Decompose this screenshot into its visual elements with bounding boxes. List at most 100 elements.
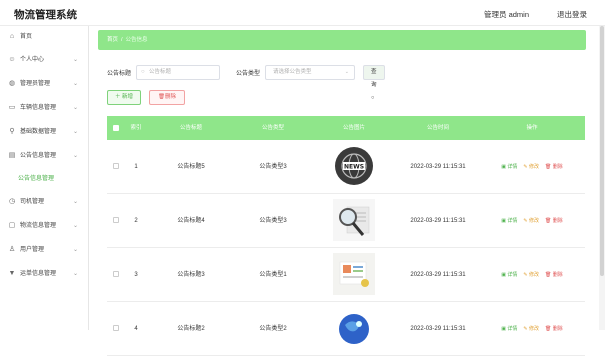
detail-button[interactable]: ▣ 详情 — [501, 272, 517, 278]
row-checkbox[interactable] — [107, 302, 125, 356]
select-all-checkbox[interactable] — [107, 116, 125, 140]
sidebar-item-4[interactable]: ⚲ 基础数据管理 ⌄ — [0, 120, 88, 144]
earth-image — [333, 307, 375, 349]
breadcrumb-separator: / — [121, 37, 123, 43]
table-header: 索引 公告标题 公告类型 公告图片 公告时间 操作 — [107, 116, 585, 140]
sidebar-item-9[interactable]: ♙ 用户管理 ⌄ — [0, 238, 88, 262]
app-title: 物流管理系统 — [14, 9, 77, 21]
title-search-placeholder: 公告标题 — [149, 69, 172, 75]
row-index: 3 — [134, 272, 138, 278]
chevron-down-icon: ⌄ — [72, 153, 78, 159]
row-time: 2022-03-29 11:15:31 — [410, 326, 466, 332]
top-bar: 物流管理系统 管理员 admin 退出登录 — [0, 0, 605, 26]
chevron-down-icon: ⌄ — [72, 223, 78, 229]
title-search-input[interactable]: ○ 公告标题 — [136, 65, 220, 80]
header-actions: 操作 — [526, 125, 538, 131]
row-time: 2022-03-29 11:15:31 — [410, 164, 466, 170]
table-row: 2 公告标题4 公告类型3 2022-03-29 11:15:31 ▣ 详情 ✎ 修改 🗑 … — [107, 194, 585, 248]
header-title: 公告标题 — [179, 125, 202, 131]
trash-icon: 🗑 — [158, 94, 165, 100]
remove-button[interactable]: 🗑 删除 — [545, 218, 563, 224]
user-icon: ☺ — [8, 56, 16, 63]
notice-table: 索引 公告标题 公告类型 公告图片 公告时间 操作 1 公告标题5 公告类型3 NEW… — [107, 116, 585, 356]
add-button[interactable]: ＋ 新增 — [107, 90, 141, 105]
sidebar-item-0[interactable]: ⌂ 首页 — [0, 26, 88, 48]
search-icon: ○ — [371, 95, 375, 101]
sidebar-item-10[interactable]: ▼ 运单信息管理 ⌄ — [0, 262, 88, 286]
detail-button[interactable]: ▣ 详情 — [501, 326, 517, 332]
row-index: 2 — [134, 218, 138, 224]
header-type: 公告类型 — [261, 125, 284, 131]
modify-button[interactable]: ✎ 修改 — [523, 326, 539, 332]
row-title: 公告标题4 — [177, 218, 205, 224]
search-icon: ○ — [141, 69, 145, 75]
location-icon: ⚲ — [9, 128, 15, 135]
row-checkbox[interactable] — [107, 194, 125, 248]
row-title: 公告标题5 — [177, 164, 205, 170]
logout-link[interactable]: 退出登录 — [557, 9, 587, 20]
chevron-down-icon: ⌄ — [72, 81, 78, 87]
row-type: 公告类型3 — [259, 164, 287, 170]
chevron-down-icon: ⌄ — [72, 57, 78, 63]
sidebar-item-label: 公告信息管理 — [20, 153, 57, 159]
breadcrumb-home[interactable]: 首页 — [107, 37, 118, 43]
row-checkbox[interactable] — [107, 248, 125, 302]
breadcrumb: 首页 / 公告信息 — [98, 30, 586, 50]
chevron-down-icon: ⌄ — [72, 271, 78, 277]
title-filter-label: 公告标题 — [107, 71, 132, 77]
sidebar-item-3[interactable]: ▭ 车辆信息管理 ⌄ — [0, 96, 88, 120]
query-button-label: 查询 — [371, 69, 377, 88]
row-time: 2022-03-29 11:15:31 — [410, 218, 466, 224]
sidebar-item-label: 公告信息管理 — [18, 176, 55, 182]
chevron-down-icon: ⌄ — [72, 199, 78, 205]
table-row: 4 公告标题2 公告类型2 2022-03-29 11:15:31 ▣ 详情 ✎ 修改 🗑 … — [107, 302, 585, 356]
driver-icon: ◷ — [8, 198, 16, 205]
modify-button[interactable]: ✎ 修改 — [523, 272, 539, 278]
chevron-down-icon: ⌄ — [72, 247, 78, 253]
row-type: 公告类型2 — [259, 326, 287, 332]
sidebar-item-5[interactable]: ▤ 公告信息管理 ⌄ — [0, 144, 88, 168]
sidebar: ⌂ 首页 ☺ 个人中心 ⌄ ◍ 管理员管理 ⌄ ▭ 车辆信息管理 ⌄ ⚲ 基础数据管理 ⌄ ▤ 公告信息管理 ⌄… — [0, 26, 89, 330]
row-actions: ▣ 详情 ✎ 修改 🗑 删除 — [479, 248, 585, 302]
sidebar-subitem-notice[interactable]: 公告信息管理 — [0, 168, 88, 190]
notice-icon: ▤ — [8, 152, 16, 159]
remove-button[interactable]: 🗑 删除 — [545, 272, 563, 278]
table-body: 1 公告标题5 公告类型3 NEWS 2022-03-29 11:15:31 ▣ 详情 ✎ … — [107, 140, 585, 356]
header-time: 公告时间 — [426, 125, 449, 131]
row-title: 公告标题3 — [177, 272, 205, 278]
type-select-placeholder: 请选择公告类型 — [273, 69, 312, 75]
chevron-down-icon: ⌄ — [344, 69, 349, 75]
main-content: 首页 / 公告信息 公告标题 ○ 公告标题 公告类型 请选择公告类型 ⌄ 查询 ○ … — [89, 26, 605, 356]
row-actions: ▣ 详情 ✎ 修改 🗑 删除 — [479, 302, 585, 356]
sidebar-item-8[interactable]: ▢ 物流信息管理 ⌄ — [0, 214, 88, 238]
modify-button[interactable]: ✎ 修改 — [523, 218, 539, 224]
delete-button-label: 删除 — [164, 94, 176, 100]
type-select[interactable]: 请选择公告类型 ⌄ — [265, 65, 355, 80]
detail-button[interactable]: ▣ 详情 — [501, 218, 517, 224]
scrollbar-thumb[interactable] — [600, 26, 604, 276]
query-button[interactable]: 查询 ○ — [363, 65, 385, 101]
sidebar-item-label: 基础数据管理 — [20, 129, 57, 135]
breadcrumb-current: 公告信息 — [125, 37, 148, 43]
header-image: 公告图片 — [342, 125, 365, 131]
modify-button[interactable]: ✎ 修改 — [523, 164, 539, 170]
remove-button[interactable]: 🗑 删除 — [545, 164, 563, 170]
sidebar-item-label: 车辆信息管理 — [20, 105, 57, 111]
table-row: 3 公告标题3 公告类型1 2022-03-29 11:15:31 ▣ 详情 ✎ 修改 🗑 … — [107, 248, 585, 302]
delete-button[interactable]: 🗑删除 — [149, 90, 185, 105]
sidebar-item-1[interactable]: ☺ 个人中心 ⌄ — [0, 48, 88, 72]
truck-icon: ▭ — [8, 104, 16, 111]
detail-button[interactable]: ▣ 详情 — [501, 164, 517, 170]
sidebar-item-2[interactable]: ◍ 管理员管理 ⌄ — [0, 72, 88, 96]
sidebar-item-label: 用户管理 — [20, 247, 45, 253]
vertical-scrollbar[interactable] — [599, 26, 605, 330]
row-index: 1 — [134, 164, 138, 170]
sidebar-item-label: 首页 — [20, 34, 33, 40]
svg-text:NEWS: NEWS — [344, 164, 364, 171]
remove-button[interactable]: 🗑 删除 — [545, 326, 563, 332]
chat-icon: ▢ — [8, 222, 16, 229]
row-checkbox[interactable] — [107, 140, 125, 194]
sidebar-item-7[interactable]: ◷ 司机管理 ⌄ — [0, 190, 88, 214]
row-index: 4 — [134, 326, 138, 332]
bill-icon: ▼ — [8, 270, 16, 277]
